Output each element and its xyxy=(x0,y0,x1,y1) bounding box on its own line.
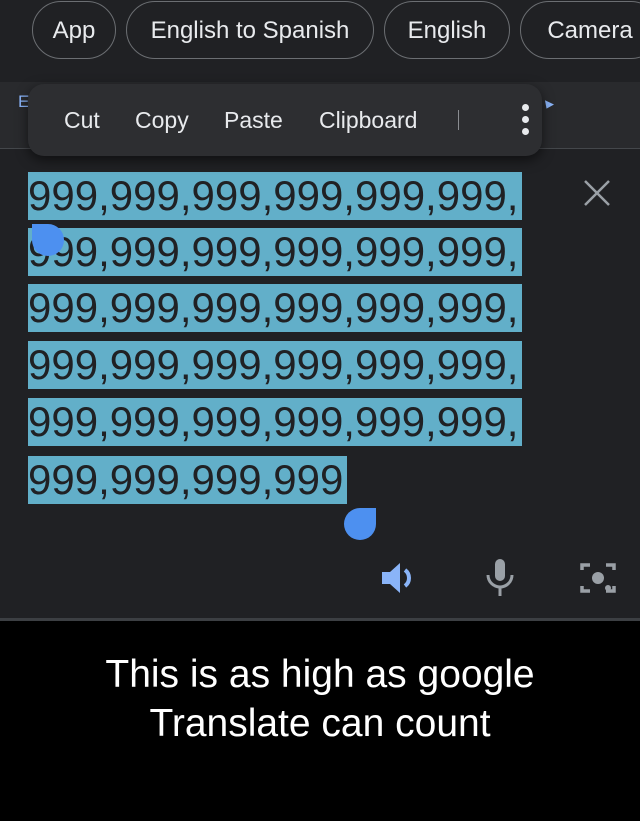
meme-caption: This is as high as google Translate can … xyxy=(0,650,640,748)
selected-text-line: 999,999,999,999,999,999, xyxy=(28,398,523,446)
selected-text-line: 999,999,999,999,999,999, xyxy=(28,341,523,389)
microphone-icon[interactable] xyxy=(478,556,522,600)
app-chip[interactable]: App xyxy=(32,1,116,59)
more-vertical-icon[interactable] xyxy=(518,104,532,138)
text-context-menu: Cut Copy Paste Clipboard xyxy=(28,84,542,156)
divider xyxy=(0,618,640,621)
selection-start-handle[interactable] xyxy=(32,224,64,256)
camera-icon[interactable] xyxy=(576,556,620,600)
camera-chip[interactable]: Camera xyxy=(520,1,640,59)
translate-screen: App English to Spanish English Camera E … xyxy=(0,0,640,621)
english-to-spanish-chip[interactable]: English to Spanish xyxy=(126,1,374,59)
caption-line: Translate can count xyxy=(149,702,491,745)
selected-text-line: 999,999,999,999,999,999, xyxy=(28,228,523,276)
menu-separator xyxy=(458,110,459,130)
selection-end-handle[interactable] xyxy=(344,508,376,540)
speaker-icon[interactable] xyxy=(378,556,422,600)
close-icon[interactable] xyxy=(580,176,614,210)
caption-line: This is as high as google xyxy=(105,653,535,696)
cut-menu-item[interactable]: Cut xyxy=(64,84,100,156)
paste-menu-item[interactable]: Paste xyxy=(224,84,283,156)
english-chip[interactable]: English xyxy=(384,1,510,59)
top-chip-bar: App English to Spanish English Camera xyxy=(0,0,640,82)
copy-menu-item[interactable]: Copy xyxy=(135,84,189,156)
selected-text-line: 999,999,999,999 xyxy=(28,456,348,504)
selected-text-line: 999,999,999,999,999,999, xyxy=(28,284,523,332)
clipboard-menu-item[interactable]: Clipboard xyxy=(319,84,417,156)
selected-text-line: 999,999,999,999,999,999, xyxy=(28,172,523,220)
